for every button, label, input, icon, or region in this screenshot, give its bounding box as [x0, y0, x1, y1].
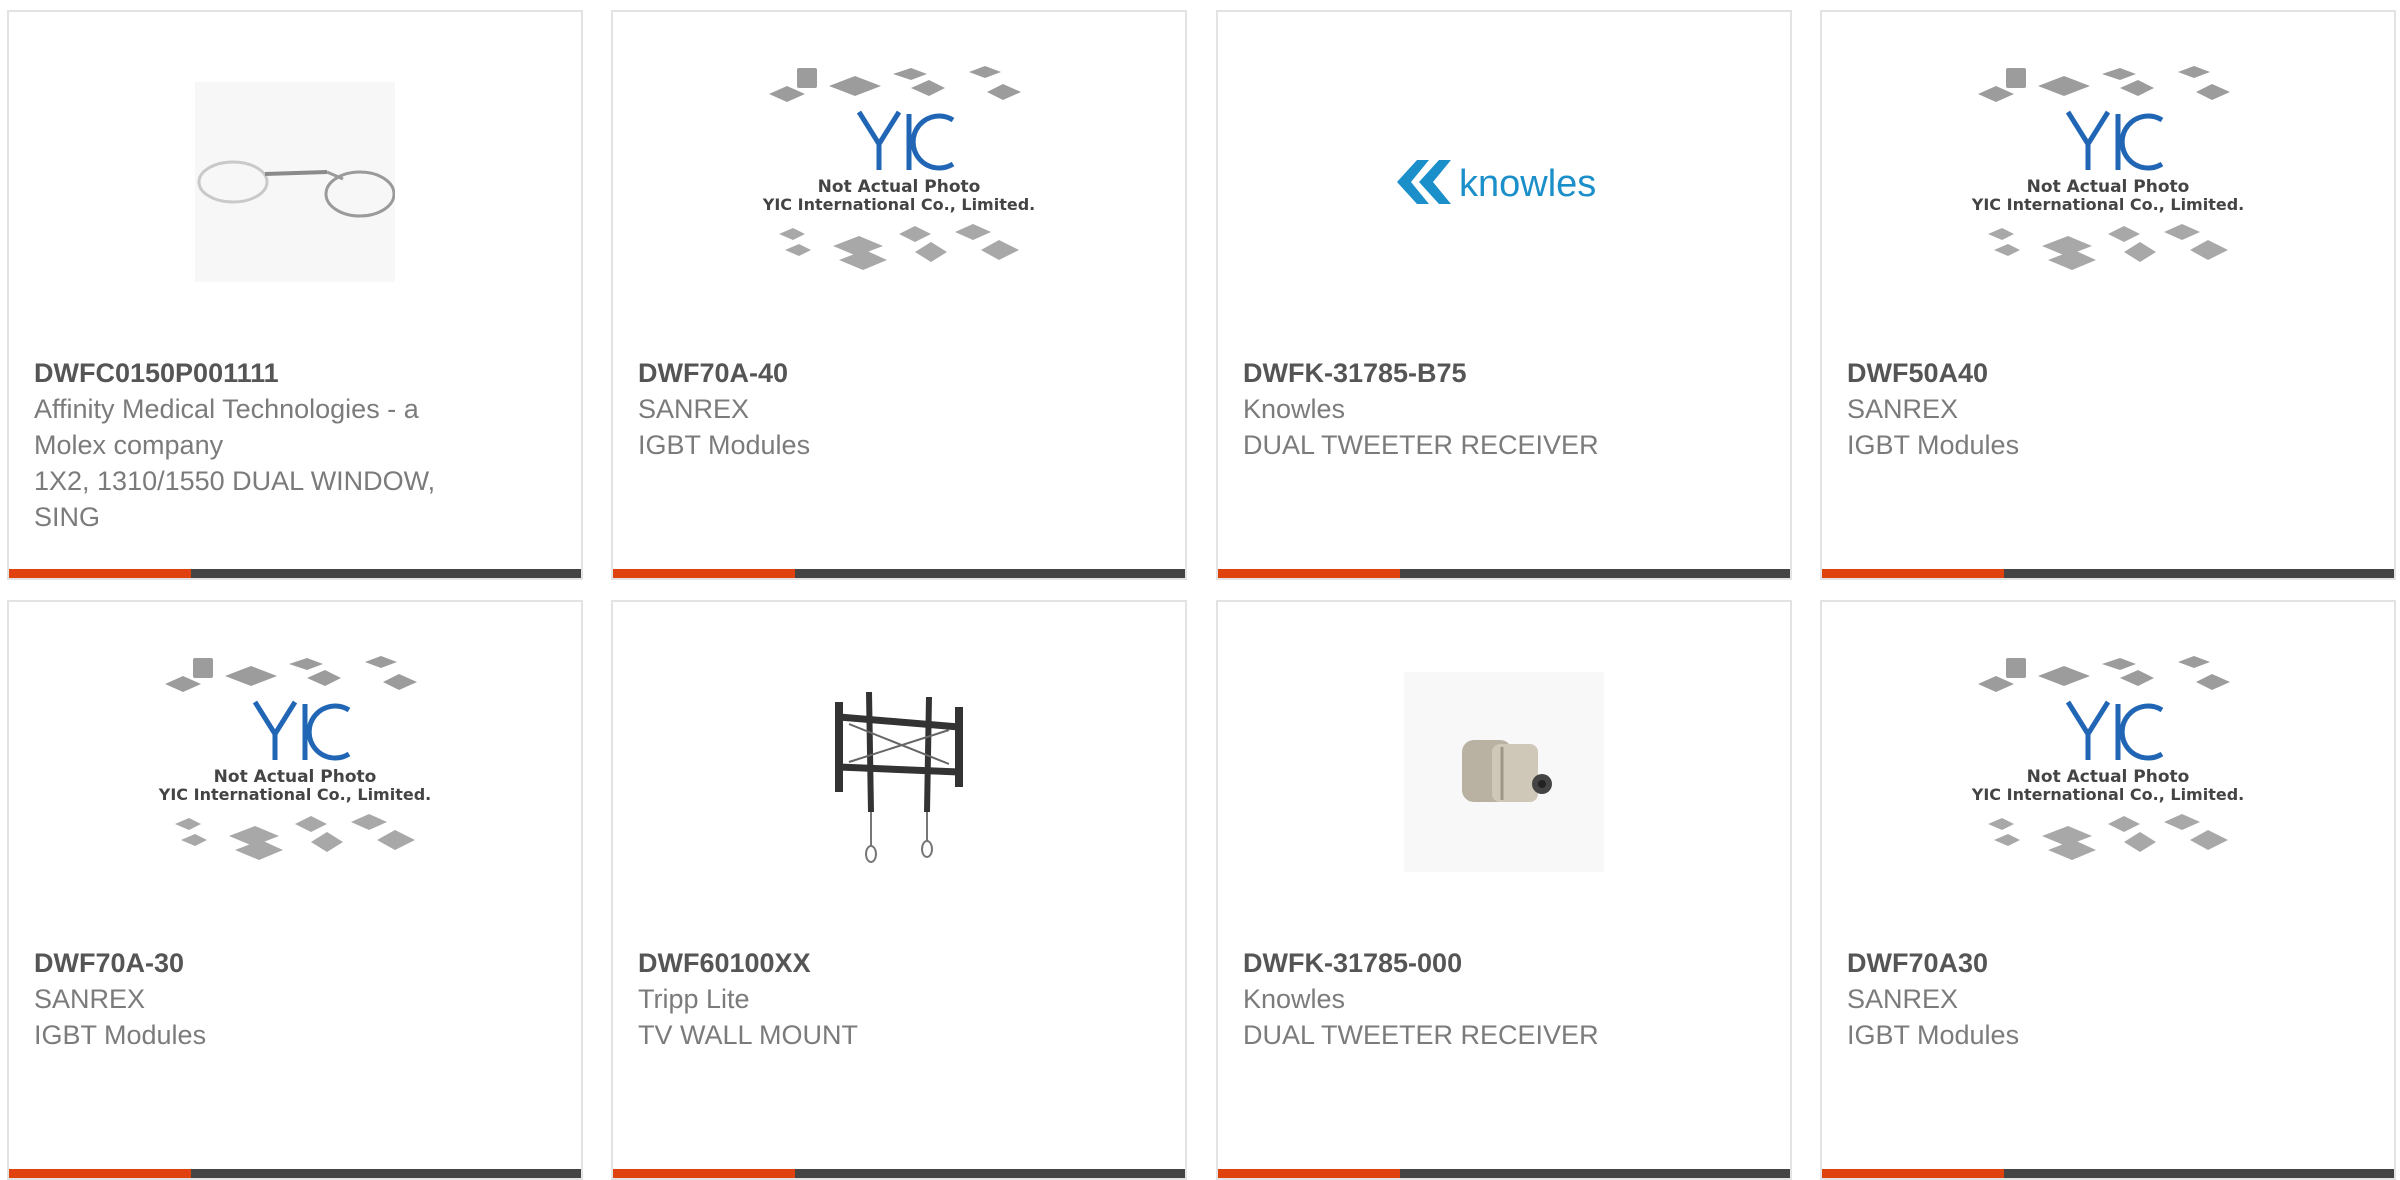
part-number[interactable]: DWF70A-40 [638, 355, 1098, 391]
yic-placeholder-image: Not Actual Photo YIC International Co., … [762, 66, 1035, 270]
product-image[interactable] [9, 72, 581, 292]
placeholder-line1: Not Actual Photo [214, 767, 377, 787]
card-bottom-bar [1218, 569, 1790, 578]
product-info: DWFK-31785-B75 Knowles DUAL TWEETER RECE… [1243, 355, 1703, 463]
fiber-coupler-icon [195, 82, 395, 282]
product-card[interactable]: Not Actual Photo YIC International Co., … [611, 10, 1187, 580]
part-number[interactable]: DWF70A30 [1847, 945, 2307, 981]
yic-placeholder-image: Not Actual Photo YIC International Co., … [1971, 66, 2244, 270]
card-accent [613, 1169, 795, 1178]
card-bottom-bar [613, 569, 1185, 578]
product-grid: DWFC0150P001111 Affinity Medical Technol… [0, 0, 2400, 1180]
card-accent [9, 1169, 191, 1178]
manufacturer: SANREX [34, 984, 146, 1014]
manufacturer: Knowles [1243, 394, 1346, 424]
manufacturer: Tripp Lite [638, 984, 750, 1014]
description: 1X2, 1310/1550 DUAL WINDOW, [34, 466, 436, 496]
product-card[interactable]: knowles DWFK-31785-B75 Knowles DUAL TWEE… [1216, 10, 1792, 580]
manufacturer: Knowles [1243, 984, 1346, 1014]
product-info: DWF60100XX Tripp Lite TV WALL MOUNT [638, 945, 1098, 1053]
part-number[interactable]: DWF60100XX [638, 945, 1098, 981]
tv-mount-icon [835, 691, 963, 863]
manufacturer: Molex company [34, 430, 224, 460]
card-bottom-bar [1218, 1169, 1790, 1178]
yic-placeholder-image: Not Actual Photo YIC International Co., … [1971, 656, 2244, 860]
manufacturer: SANREX [1847, 984, 1959, 1014]
part-number[interactable]: DWFC0150P001111 [34, 355, 494, 391]
product-image[interactable] [1218, 662, 1790, 882]
placeholder-line2: YIC International Co., Limited. [1971, 195, 2244, 214]
product-image[interactable]: Not Actual Photo YIC International Co., … [9, 656, 581, 882]
placeholder-line2: YIC International Co., Limited. [1971, 785, 2244, 804]
product-image[interactable]: knowles [1218, 72, 1790, 292]
description: IGBT Modules [638, 430, 811, 460]
product-card[interactable]: DWFC0150P001111 Affinity Medical Technol… [7, 10, 583, 580]
product-image[interactable]: Not Actual Photo YIC International Co., … [613, 66, 1185, 292]
yic-placeholder-image: Not Actual Photo YIC International Co., … [158, 656, 431, 860]
manufacturer: SANREX [1847, 394, 1959, 424]
card-accent [1822, 1169, 2004, 1178]
knowles-logo-text: knowles [1459, 163, 1596, 205]
card-accent [1218, 569, 1400, 578]
product-info: DWF70A-40 SANREX IGBT Modules [638, 355, 1098, 463]
product-card[interactable]: Not Actual Photo YIC International Co., … [1820, 600, 2396, 1180]
part-number[interactable]: DWF50A40 [1847, 355, 2307, 391]
part-number[interactable]: DWF70A-30 [34, 945, 494, 981]
product-info: DWFC0150P001111 Affinity Medical Technol… [34, 355, 494, 535]
description: DUAL TWEETER RECEIVER [1243, 430, 1599, 460]
product-image[interactable]: Not Actual Photo YIC International Co., … [1822, 656, 2394, 882]
card-bottom-bar [1822, 569, 2394, 578]
product-card[interactable]: Not Actual Photo YIC International Co., … [1820, 10, 2396, 580]
card-bottom-bar [1822, 1169, 2394, 1178]
product-image[interactable] [613, 662, 1185, 882]
manufacturer: SANREX [638, 394, 750, 424]
part-number[interactable]: DWFK-31785-B75 [1243, 355, 1703, 391]
description: IGBT Modules [1847, 1020, 2020, 1050]
placeholder-line1: Not Actual Photo [2027, 767, 2190, 787]
description: SING [34, 502, 101, 532]
manufacturer: Affinity Medical Technologies - a [34, 394, 419, 424]
placeholder-line2: YIC International Co., Limited. [762, 195, 1035, 214]
card-accent [9, 569, 191, 578]
product-info: DWF70A-30 SANREX IGBT Modules [34, 945, 494, 1053]
card-accent [1218, 1169, 1400, 1178]
product-info: DWF50A40 SANREX IGBT Modules [1847, 355, 2307, 463]
card-bottom-bar [9, 1169, 581, 1178]
product-image[interactable]: Not Actual Photo YIC International Co., … [1822, 66, 2394, 292]
product-info: DWF70A30 SANREX IGBT Modules [1847, 945, 2307, 1053]
description: IGBT Modules [1847, 430, 2020, 460]
placeholder-line1: Not Actual Photo [818, 177, 981, 197]
product-card[interactable]: Not Actual Photo YIC International Co., … [7, 600, 583, 1180]
description: DUAL TWEETER RECEIVER [1243, 1020, 1599, 1050]
product-info: DWFK-31785-000 Knowles DUAL TWEETER RECE… [1243, 945, 1703, 1053]
card-accent [613, 569, 795, 578]
receiver-icon [1404, 672, 1604, 872]
product-card[interactable]: DWFK-31785-000 Knowles DUAL TWEETER RECE… [1216, 600, 1792, 1180]
placeholder-line1: Not Actual Photo [2027, 177, 2190, 197]
description: IGBT Modules [34, 1020, 207, 1050]
description: TV WALL MOUNT [638, 1020, 859, 1050]
placeholder-line2: YIC International Co., Limited. [158, 785, 431, 804]
knowles-logo: knowles [1397, 160, 1596, 205]
card-bottom-bar [613, 1169, 1185, 1178]
product-card[interactable]: DWF60100XX Tripp Lite TV WALL MOUNT [611, 600, 1187, 1180]
part-number[interactable]: DWFK-31785-000 [1243, 945, 1703, 981]
card-bottom-bar [9, 569, 581, 578]
card-accent [1822, 569, 2004, 578]
